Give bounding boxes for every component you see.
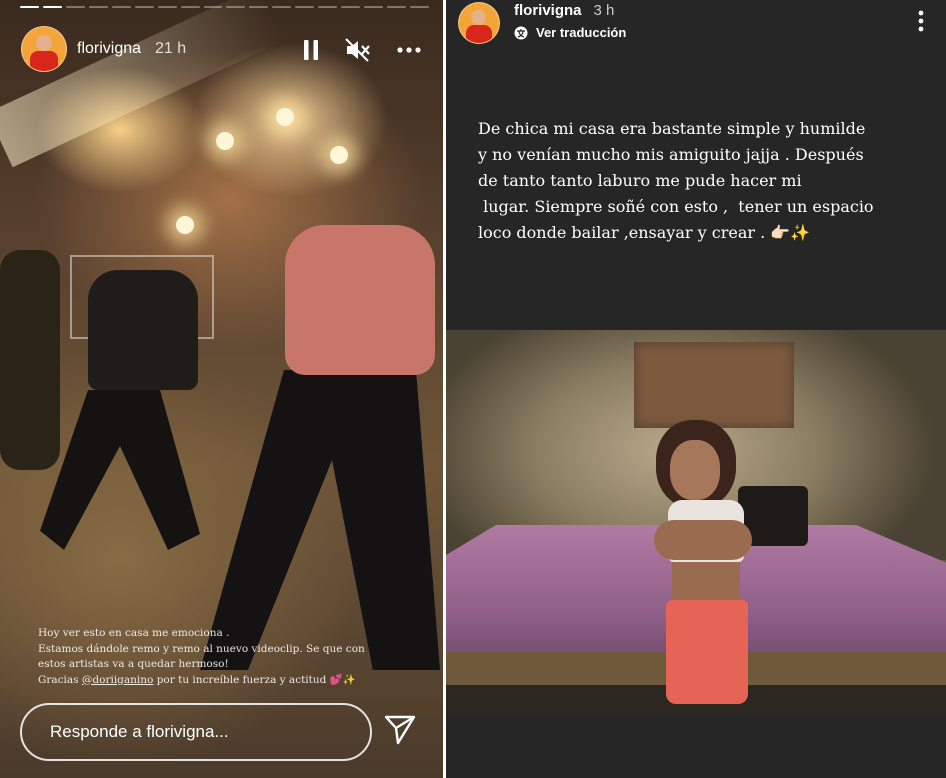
progress-segment bbox=[409, 6, 429, 8]
caption-line: Estamos dándole remo y remo al nuevo vid… bbox=[38, 642, 365, 655]
more-options-icon[interactable] bbox=[918, 10, 924, 37]
caption-line: Hoy ver esto en casa me emociona . bbox=[38, 627, 230, 639]
pause-icon[interactable] bbox=[303, 40, 319, 60]
story-text-line: de tanto tanto laburo me pude hacer mi bbox=[478, 171, 802, 190]
caption-line: estos artistas va a quedar hermoso! bbox=[38, 658, 229, 670]
username[interactable]: florivigna bbox=[77, 40, 141, 58]
progress-segment bbox=[318, 6, 338, 8]
progress-segment bbox=[42, 6, 62, 8]
progress-segment bbox=[341, 6, 361, 8]
progress-segment bbox=[249, 6, 269, 8]
username[interactable]: florivigna bbox=[514, 2, 582, 19]
user-mention-link[interactable]: @doriiganino bbox=[82, 674, 153, 686]
progress-segment bbox=[157, 6, 177, 8]
dancer-figure bbox=[88, 270, 198, 390]
story-text-line: lugar. Siempre soñé con esto , tener un … bbox=[478, 197, 874, 216]
progress-segment bbox=[65, 6, 85, 8]
stage-light bbox=[330, 146, 348, 164]
reply-input[interactable]: Responde a florivigna... bbox=[20, 703, 372, 761]
stage-light bbox=[276, 108, 294, 126]
see-translation-button[interactable]: Ver traducción bbox=[514, 25, 626, 40]
caption-line: Gracias @doriiganino por tu increíble fu… bbox=[38, 673, 438, 689]
story-header: florivigna 21 h bbox=[21, 26, 186, 72]
progress-segment bbox=[364, 6, 383, 8]
more-options-icon[interactable] bbox=[397, 47, 421, 53]
progress-segment bbox=[272, 6, 292, 8]
story-text-line: loco donde bailar ,ensayar y crear . 👉🏻✨ bbox=[478, 223, 811, 242]
cork-board bbox=[634, 342, 794, 428]
progress-segment bbox=[226, 6, 246, 8]
story-caption: Hoy ver esto en casa me emociona . Estam… bbox=[38, 626, 438, 688]
post-time: 3 h bbox=[593, 2, 615, 19]
progress-segment bbox=[134, 6, 154, 8]
reply-placeholder: Responde a florivigna... bbox=[50, 722, 229, 741]
progress-segment bbox=[20, 6, 39, 8]
story-text-panel[interactable]: florivigna 3 h Ver traducción De chica m… bbox=[446, 0, 946, 778]
dancer-figure bbox=[0, 250, 60, 470]
caption-text: Gracias bbox=[38, 673, 82, 686]
progress-segment bbox=[180, 6, 200, 8]
progress-segment bbox=[295, 6, 315, 8]
post-time: 21 h bbox=[155, 40, 187, 57]
stage-light bbox=[176, 216, 194, 234]
story-video-panel[interactable]: florivigna 21 h Hoy ver esto en casa me … bbox=[0, 0, 443, 778]
stage-light bbox=[216, 132, 234, 150]
avatar[interactable] bbox=[21, 26, 67, 72]
avatar[interactable] bbox=[458, 2, 500, 44]
translate-label: Ver traducción bbox=[536, 25, 627, 40]
story-header: florivigna 3 h Ver traducción bbox=[458, 2, 626, 44]
caption-text: por tu increíble fuerza y actitud 💕✨ bbox=[153, 673, 356, 686]
childhood-photo bbox=[446, 330, 946, 715]
story-text: De chica mi casa era bastante simple y h… bbox=[478, 116, 918, 246]
story-text-line: De chica mi casa era bastante simple y h… bbox=[478, 119, 866, 138]
progress-segment bbox=[387, 6, 406, 8]
progress-segment bbox=[203, 6, 223, 8]
send-icon[interactable] bbox=[384, 715, 416, 750]
progress-segment bbox=[111, 6, 131, 8]
mute-icon[interactable] bbox=[345, 38, 371, 62]
translate-icon bbox=[514, 26, 528, 39]
dancer-figure bbox=[285, 225, 435, 375]
story-progress-bar bbox=[20, 6, 429, 8]
progress-segment bbox=[88, 6, 108, 8]
story-controls bbox=[303, 38, 421, 62]
story-text-line: y no venían mucho mis amiguito jajja . D… bbox=[478, 145, 864, 164]
